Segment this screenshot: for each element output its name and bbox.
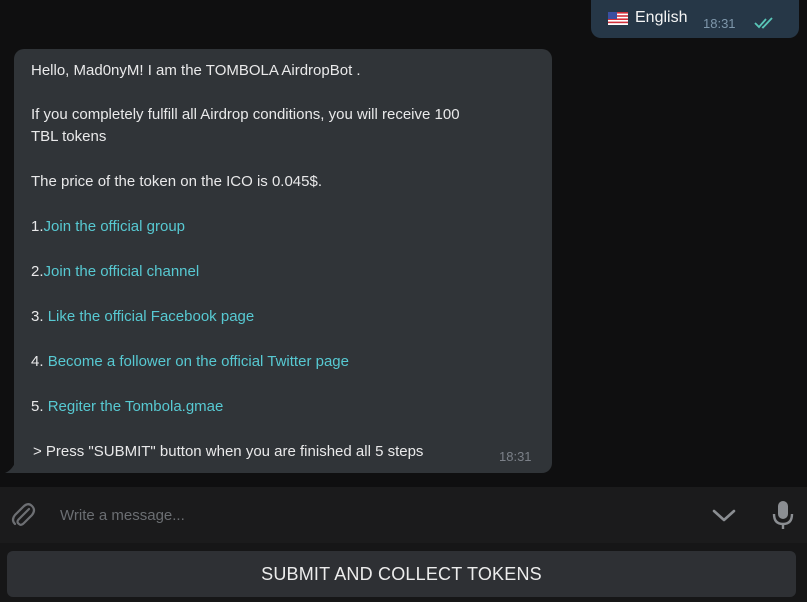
message-input[interactable] — [60, 504, 660, 526]
step-item: 4. Become a follower on the official Twi… — [31, 352, 349, 372]
submit-collect-tokens-button[interactable]: SUBMIT AND COLLECT TOKENS — [7, 551, 796, 597]
step-number: 3. — [31, 308, 44, 325]
step-number: 5. — [31, 398, 44, 415]
price-text: The price of the token on the ICO is 0.0… — [31, 173, 323, 190]
step-link-facebook[interactable]: Like the official Facebook page — [48, 308, 255, 325]
greeting-text: Hello, Mad0nyM! I am the TOMBOLA Airdrop… — [31, 62, 361, 79]
step-item: 2.Join the official channel — [31, 262, 199, 282]
telegram-chat-window: English 18:31 Hello, Mad0nyM! I am the T… — [0, 0, 807, 602]
step-item: 3. Like the official Facebook page — [31, 307, 254, 327]
step-number: 2. — [31, 263, 44, 280]
outgoing-message[interactable]: English 18:31 — [591, 0, 799, 38]
submit-instruction-text: > Press "SUBMIT" button when you are fin… — [33, 443, 424, 460]
incoming-message[interactable]: Hello, Mad0nyM! I am the TOMBOLA Airdrop… — [14, 49, 552, 473]
step-link-join-group[interactable]: Join the official group — [44, 218, 185, 235]
conditions-text: If you completely fulfill all Airdrop co… — [31, 106, 460, 123]
step-number: 1. — [31, 218, 44, 235]
step-link-join-channel[interactable]: Join the official channel — [44, 263, 200, 280]
double-check-icon — [754, 17, 773, 29]
chevron-down-icon[interactable] — [711, 507, 737, 525]
paperclip-icon[interactable] — [10, 501, 36, 529]
outgoing-message-text: English — [635, 9, 688, 26]
microphone-icon[interactable] — [770, 499, 796, 531]
step-item: 5. Regiter the Tombola.gmae — [31, 397, 223, 417]
message-list[interactable]: English 18:31 Hello, Mad0nyM! I am the T… — [0, 0, 807, 487]
outgoing-message-time: 18:31 — [703, 16, 736, 31]
step-link-register[interactable]: Regiter the Tombola.gmae — [48, 398, 224, 415]
bot-reply-keyboard: SUBMIT AND COLLECT TOKENS — [0, 543, 807, 602]
incoming-message-time: 18:31 — [499, 449, 532, 464]
step-number: 4. — [31, 353, 44, 370]
us-flag-icon — [608, 12, 628, 25]
message-composer — [0, 487, 807, 543]
conditions-text-cont: TBL tokens — [31, 128, 107, 145]
step-link-twitter[interactable]: Become a follower on the official Twitte… — [48, 353, 349, 370]
step-item: 1.Join the official group — [31, 217, 185, 237]
